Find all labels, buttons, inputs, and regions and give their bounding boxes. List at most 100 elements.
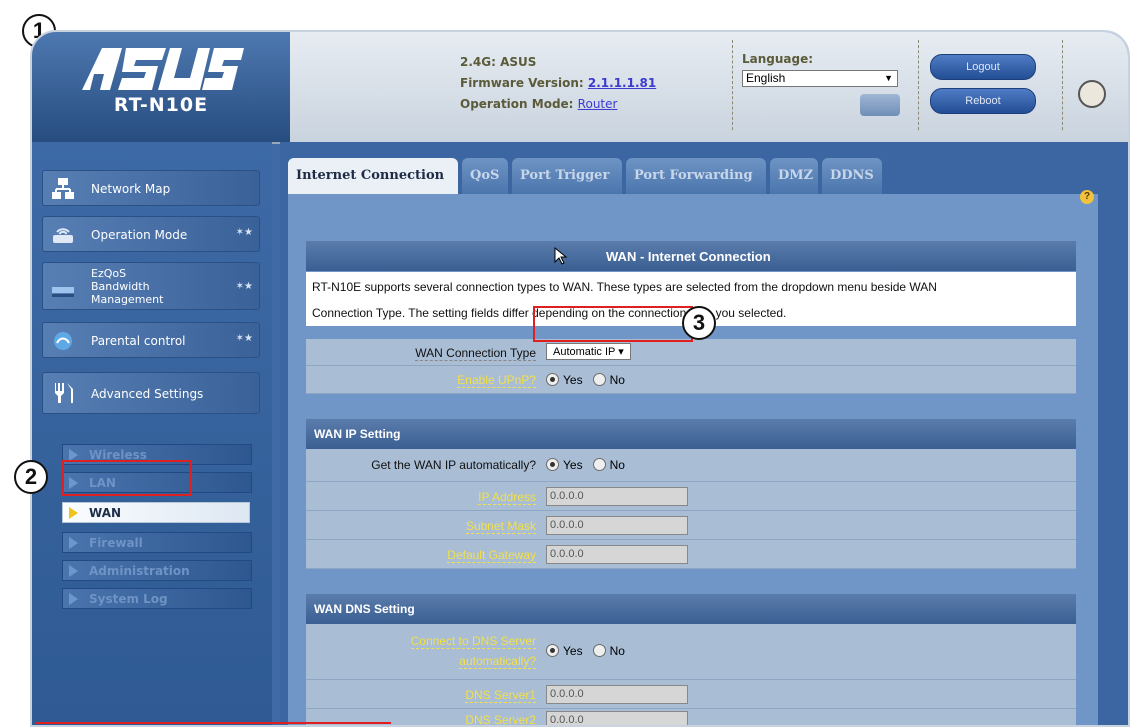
sub-item-administration[interactable]: Administration — [62, 560, 252, 581]
sidebar-item-operation-mode[interactable]: Operation Mode ✶★ — [42, 216, 260, 252]
ok-button[interactable] — [860, 94, 900, 116]
ip-address-row: IP Address 0.0.0.0 — [306, 482, 1076, 511]
language-label: Language: — [742, 52, 814, 66]
section-title: WAN IP Setting — [314, 427, 401, 441]
section-title: WAN DNS Setting — [314, 602, 415, 616]
stars-icon: ✶★ — [235, 227, 253, 238]
sidebar-item-label: Operation Mode — [91, 228, 188, 242]
router-info: 2.4G: ASUS Firmware Version: 2.1.1.1.81 … — [460, 52, 656, 115]
radio-label: Yes — [563, 644, 583, 658]
subnet-mask-label: Subnet Mask — [465, 519, 536, 534]
sidebar-item-label: Network Map — [91, 182, 171, 196]
parental-control-icon — [54, 332, 72, 350]
dns-auto-label: automatically? — [459, 654, 536, 669]
tab-dmz[interactable]: DMZ — [770, 158, 818, 194]
sub-item-system-log[interactable]: System Log — [62, 588, 252, 609]
dns-auto-yes-radio[interactable] — [546, 644, 559, 657]
sidebar-item-network-map[interactable]: Network Map — [42, 170, 260, 206]
stars-icon: ✶★ — [235, 333, 253, 344]
radio-label: No — [609, 373, 625, 387]
dns1-label: DNS Server1 — [465, 688, 536, 703]
wan-type-select[interactable]: Automatic IP ▾ — [546, 343, 631, 360]
tab-port-forwarding[interactable]: Port Forwarding — [626, 158, 766, 194]
dns1-field[interactable]: 0.0.0.0 — [546, 685, 688, 704]
wan-dns-section-header: WAN DNS Setting — [306, 594, 1076, 624]
upnp-row: Enable UPnP? Yes No — [306, 366, 1076, 394]
gateway-row: Default Gateway 0.0.0.0 — [306, 540, 1076, 569]
page-title-bar: WAN - Internet Connection — [306, 241, 1076, 271]
wan-ip-section-header: WAN IP Setting — [306, 419, 1076, 449]
divider — [732, 40, 733, 130]
divider — [1062, 40, 1063, 130]
arrow-icon — [69, 565, 78, 577]
auto-ip-row: Get the WAN IP automatically? Yes No — [306, 449, 1076, 482]
highlight-wan-type — [533, 306, 693, 342]
radio-label: No — [609, 458, 625, 472]
sub-item-label: System Log — [89, 592, 168, 606]
stars-icon: ✶★ — [235, 281, 253, 292]
arrow-icon — [69, 537, 78, 549]
gateway-label: Default Gateway — [447, 548, 536, 563]
sub-item-label: Administration — [89, 564, 190, 578]
dns-auto-label: Connect to DNS Server — [410, 634, 536, 649]
reboot-button[interactable]: Reboot — [930, 88, 1036, 114]
logo-area: RT-N10E — [32, 32, 290, 142]
dns2-row: DNS Server2 0.0.0.0 — [306, 709, 1076, 727]
ip-address-label: IP Address — [478, 490, 536, 505]
tab-ddns[interactable]: DDNS — [822, 158, 882, 194]
mouse-cursor-icon — [554, 247, 568, 265]
wan-type-label: WAN Connection Type — [415, 346, 536, 361]
sub-item-firewall[interactable]: Firewall — [62, 532, 252, 553]
arrow-icon — [69, 593, 78, 605]
language-select[interactable]: English ▼ — [742, 70, 898, 87]
highlight-wan — [62, 460, 192, 496]
auto-ip-label: Get the WAN IP automatically? — [371, 458, 536, 472]
auto-ip-yes-radio[interactable] — [546, 458, 559, 471]
sidebar-item-ezqos[interactable]: EzQoS Bandwidth Management ✶★ — [42, 262, 260, 310]
firmware-link[interactable]: 2.1.1.1.81 — [588, 76, 656, 90]
arrow-icon — [69, 507, 78, 519]
sidebar: Network Map Operation Mode ✶★ EzQoS Band… — [32, 142, 272, 725]
opmode-label: Operation Mode: — [460, 97, 574, 111]
gateway-field[interactable]: 0.0.0.0 — [546, 545, 688, 564]
tab-port-trigger[interactable]: Port Trigger — [512, 158, 622, 194]
wan-type-row: WAN Connection Type Automatic IP ▾ — [306, 339, 1076, 366]
avatar-icon — [1078, 80, 1106, 108]
description-line: RT-N10E supports several connection type… — [312, 280, 937, 294]
ssid-value: ASUS — [500, 55, 537, 69]
sub-item-wan[interactable]: WAN — [62, 502, 250, 523]
router-admin-window: RT-N10E 2.4G: ASUS Firmware Version: 2.1… — [30, 30, 1130, 727]
router-icon — [53, 228, 73, 243]
dns2-label: DNS Server2 — [465, 713, 536, 727]
upnp-no-radio[interactable] — [592, 373, 606, 386]
firmware-label: Firmware Version: — [460, 76, 584, 90]
progress-line — [36, 722, 391, 724]
subnet-mask-field[interactable]: 0.0.0.0 — [546, 516, 688, 535]
opmode-link[interactable]: Router — [578, 97, 618, 111]
main-content: Internet Connection QoS Port Trigger Por… — [280, 142, 1128, 727]
radio-label: Yes — [563, 458, 583, 472]
dns1-row: DNS Server1 0.0.0.0 — [306, 680, 1076, 709]
tab-qos[interactable]: QoS — [462, 158, 508, 194]
network-map-icon — [52, 178, 74, 199]
sub-item-label: Firewall — [89, 536, 143, 550]
sidebar-item-parental-control[interactable]: Parental control ✶★ — [42, 322, 260, 358]
upnp-yes-radio[interactable] — [546, 373, 559, 386]
radio-label: No — [609, 644, 625, 658]
dns-auto-no-radio[interactable] — [592, 644, 606, 657]
sidebar-item-advanced-settings[interactable]: Advanced Settings — [42, 372, 260, 414]
auto-ip-no-radio[interactable] — [592, 458, 606, 471]
help-icon[interactable]: ? — [1080, 190, 1094, 204]
divider — [918, 40, 919, 130]
tab-internet-connection[interactable]: Internet Connection — [288, 158, 458, 194]
upnp-label: Enable UPnP? — [457, 373, 536, 388]
subnet-mask-row: Subnet Mask 0.0.0.0 — [306, 511, 1076, 540]
language-value: English — [746, 71, 786, 85]
bandwidth-icon — [52, 287, 74, 297]
page-title: WAN - Internet Connection — [606, 249, 771, 264]
logout-button[interactable]: Logout — [930, 54, 1036, 80]
callout-2: 2 — [14, 460, 48, 494]
ip-address-field[interactable]: 0.0.0.0 — [546, 487, 688, 506]
header: RT-N10E 2.4G: ASUS Firmware Version: 2.1… — [32, 32, 1128, 144]
dns2-field[interactable]: 0.0.0.0 — [546, 711, 688, 725]
